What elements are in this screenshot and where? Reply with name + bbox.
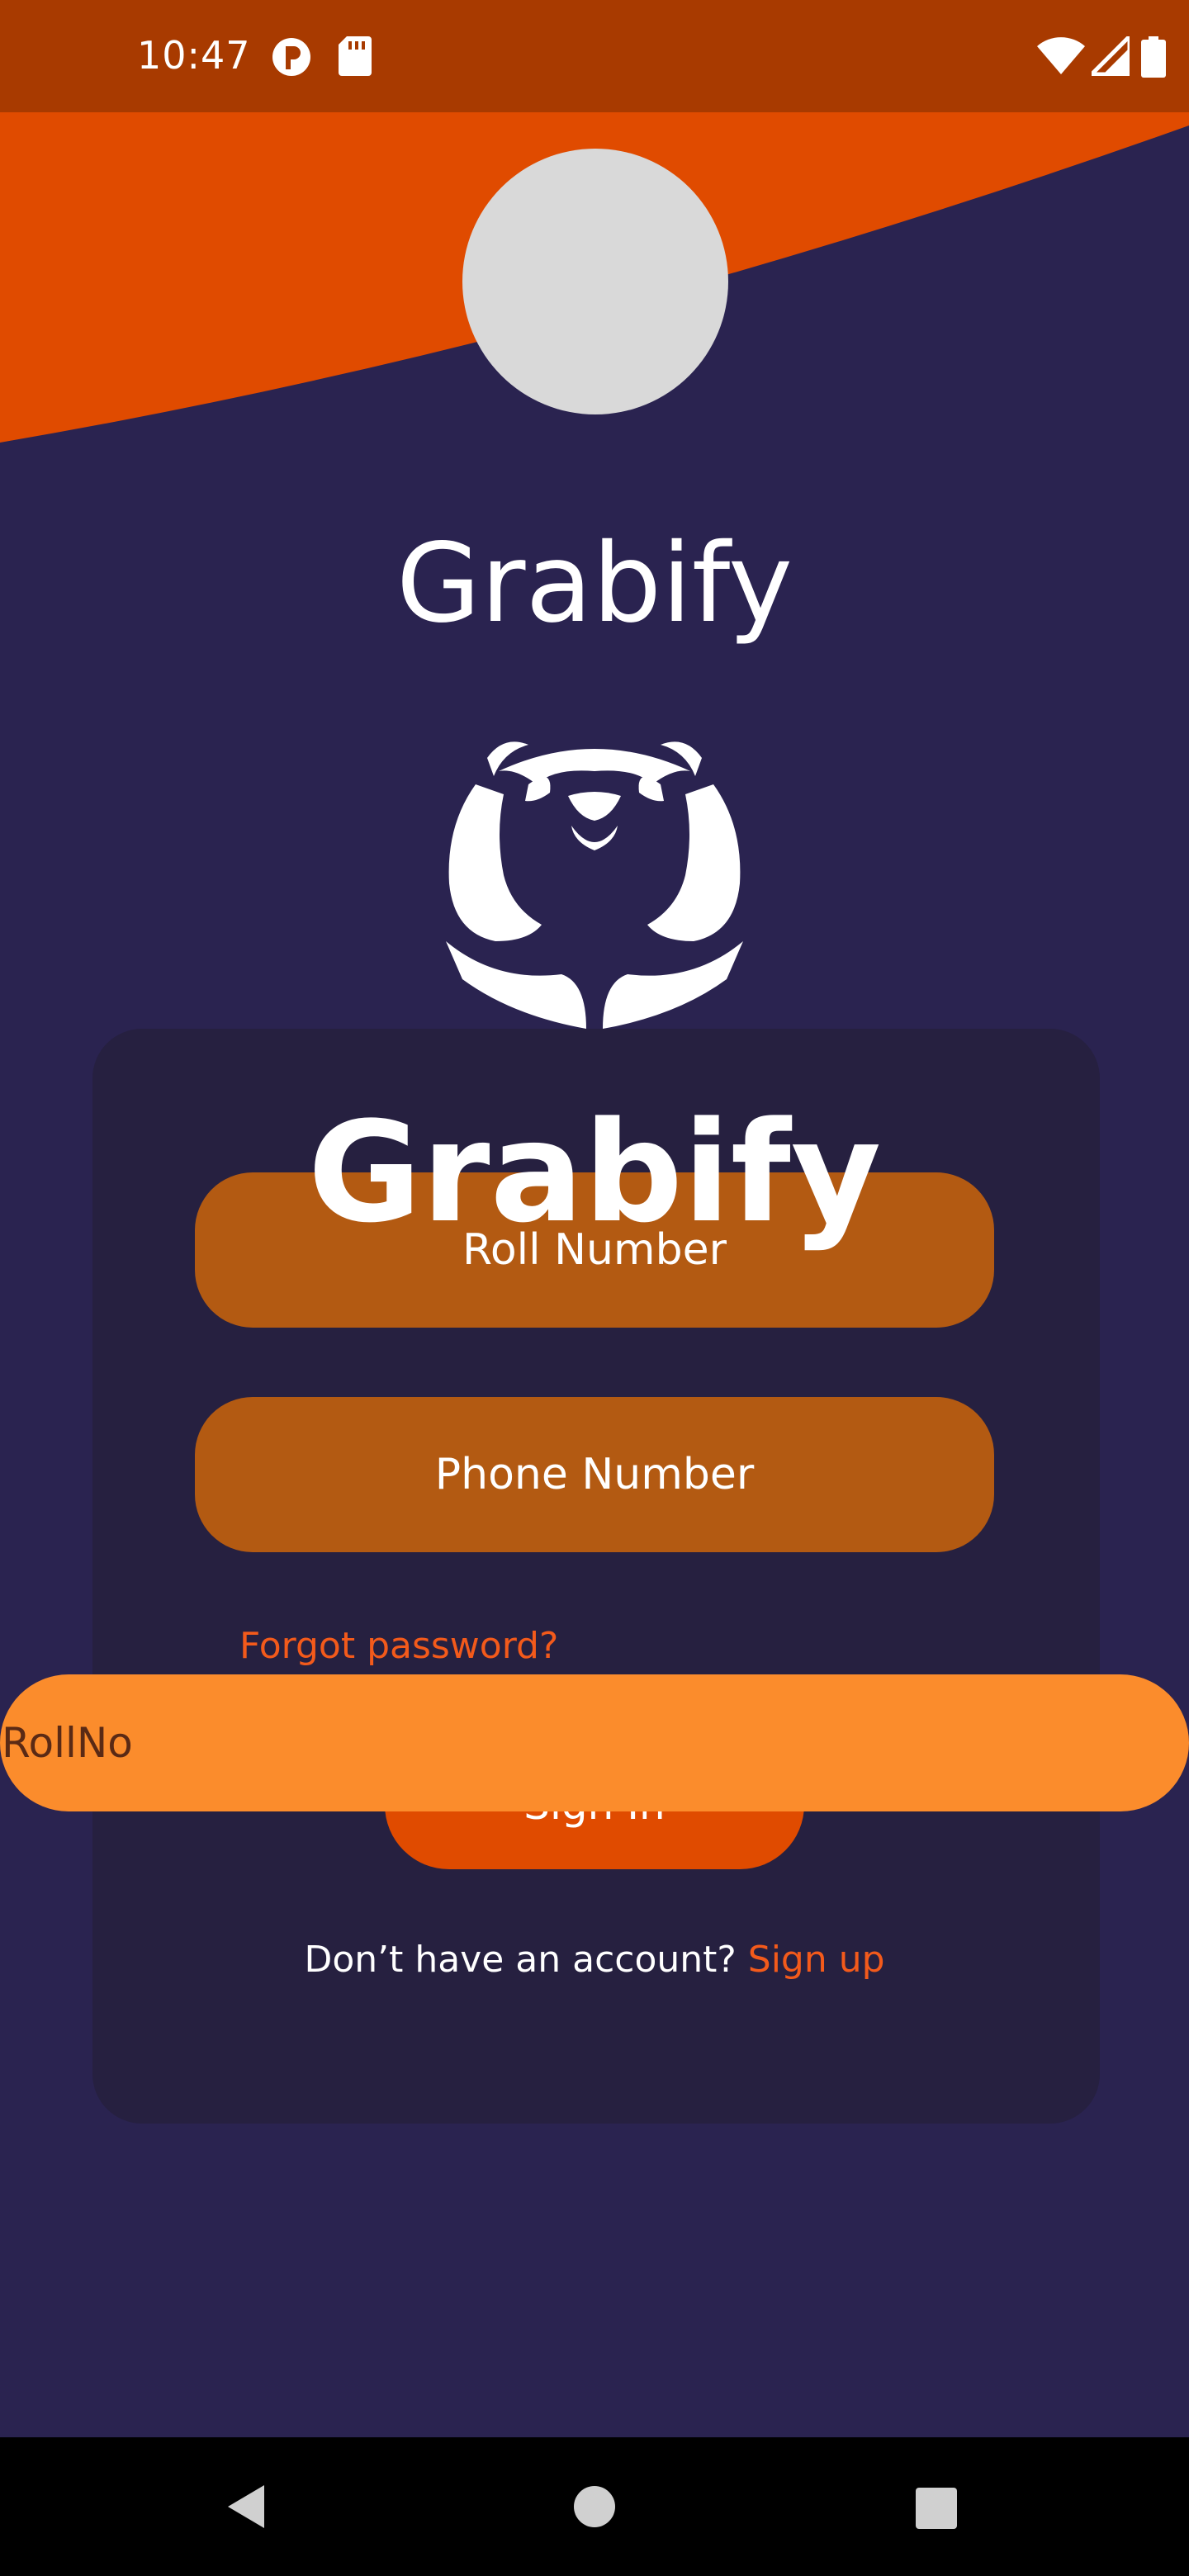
rollno-overlay-input[interactable]: RollNo xyxy=(0,1674,1189,1811)
recents-icon[interactable] xyxy=(915,2487,958,2534)
logo-wordmark: Grabify xyxy=(307,1091,882,1253)
app-title: Grabify xyxy=(396,520,793,647)
wifi-icon xyxy=(1037,36,1085,80)
status-bar: 10:47 xyxy=(0,0,1189,112)
forgot-password-link[interactable]: Forgot password? xyxy=(239,1625,558,1667)
navigation-bar xyxy=(0,2437,1189,2576)
rollno-overlay-value: RollNo xyxy=(2,1719,133,1767)
phone-number-placeholder: Phone Number xyxy=(434,1450,755,1499)
sd-card-icon xyxy=(339,36,372,80)
back-icon[interactable] xyxy=(223,2482,272,2536)
battery-icon xyxy=(1141,36,1166,82)
phone-number-field[interactable]: Phone Number xyxy=(195,1397,994,1552)
home-icon[interactable] xyxy=(573,2485,616,2532)
status-time: 10:47 xyxy=(137,33,251,78)
signup-row: Don’t have an account? Sign up xyxy=(0,1939,1189,1981)
signup-prompt: Don’t have an account? xyxy=(304,1939,737,1981)
cell-signal-icon xyxy=(1086,31,1132,80)
sign-up-link[interactable]: Sign up xyxy=(748,1939,885,1981)
avatar[interactable] xyxy=(462,149,728,414)
login-screen: 10:47 Grabify Roll Number Grabify Phone … xyxy=(0,0,1189,2576)
panda-hands-logo-icon xyxy=(446,741,743,1029)
notification-app-icon xyxy=(271,36,312,82)
